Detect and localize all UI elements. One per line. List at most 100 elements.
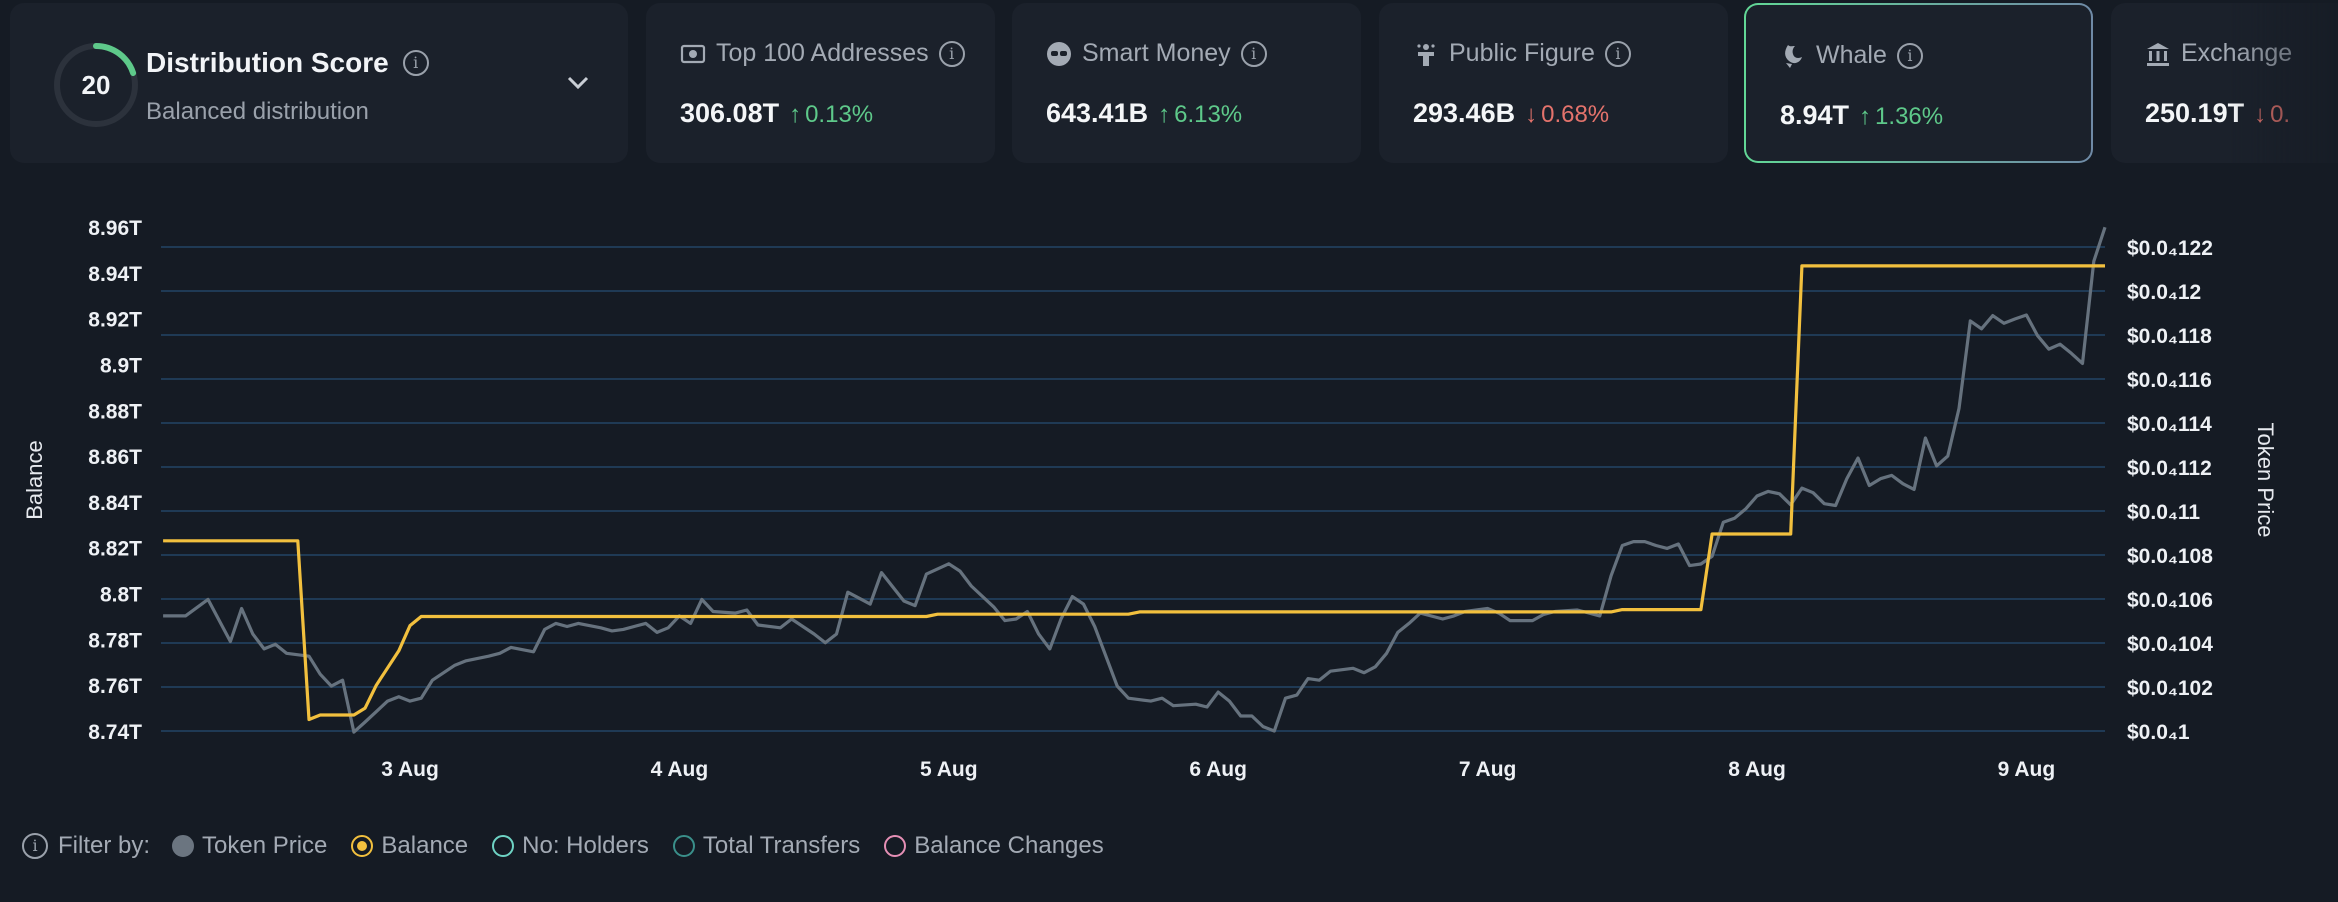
podium-icon (1417, 43, 1435, 66)
money-icon (680, 44, 706, 63)
left-axis-tick-label: 8.86T (88, 446, 142, 469)
right-axis-tick-label: $0.0₄114 (2127, 413, 2212, 436)
right-axis-tick-label: $0.0₄11 (2127, 501, 2200, 524)
info-icon[interactable]: i (1604, 40, 1631, 67)
left-axis-tick-label: 8.82T (88, 538, 142, 561)
left-axis-tick-label: 8.88T (88, 400, 142, 423)
info-icon[interactable]: i (22, 833, 48, 859)
left-axis-tick-label: 8.94T (88, 263, 142, 286)
balance-price-chart: $0.0₄122 $0.0₄12 $0.0₄118 $0.0₄116 $0.0₄114 $… (22, 217, 2278, 781)
legend-label: Balance (381, 832, 469, 859)
left-axis-tick-label: 8.9T (100, 354, 142, 377)
score-title: Distribution Score (146, 47, 389, 78)
x-axis-tick-label: 9 Aug (1998, 758, 2056, 781)
right-axis-tick-label: $0.0₄104 (2127, 633, 2213, 656)
right-axis-tick-label: $0.0₄12 (2127, 281, 2201, 304)
metric-card-exchange[interactable]: Exchange 250.19T ↓ 0. (2111, 3, 2338, 163)
metric-label: Whale (1816, 41, 1887, 69)
change-down-arrow-icon: ↓ (2254, 101, 2267, 128)
x-axis-tick-label: 7 Aug (1459, 758, 1517, 781)
right-axis-tick-label: $0.0₄106 (2127, 589, 2213, 612)
change-up-arrow-icon: ↑ (1859, 103, 1872, 130)
left-axis-title: Balance (22, 440, 47, 520)
metric-title: Public Figure i (1413, 39, 1631, 68)
left-axis-tick-label: 8.8T (100, 584, 142, 607)
legend-label: Balance Changes (914, 832, 1104, 859)
x-axis-tick-label: 3 Aug (381, 758, 439, 781)
right-axis-tick-label: $0.0₄122 (2127, 237, 2213, 260)
score-value: 20 (81, 69, 111, 100)
info-icon[interactable]: i (402, 50, 429, 76)
info-icon[interactable]: i (1896, 42, 1923, 69)
metric-change: 0.13% (805, 101, 874, 128)
left-axis-tick-label: 8.76T (88, 675, 142, 698)
legend-item-total-transfers[interactable]: Total Transfers (672, 832, 861, 860)
score-subtitle: Balanced distribution (146, 98, 369, 125)
x-axis-tick-label: 4 Aug (651, 758, 709, 781)
legend-dot-icon (672, 835, 695, 857)
right-axis-tick-label: $0.0₄102 (2127, 677, 2213, 700)
metric-card-whale[interactable]: Whale i 8.94T ↑ 1.36% (1744, 3, 2093, 163)
x-axis-tick-label: 8 Aug (1728, 758, 1786, 781)
metric-value: 306.08T (680, 98, 780, 128)
metric-label: Exchange (2181, 39, 2293, 67)
metric-title: Smart Money i (1046, 39, 1267, 68)
metric-value-row: 250.19T ↓ 0. (2145, 98, 2290, 129)
change-up-arrow-icon: ↑ (1158, 101, 1171, 128)
legend-item-balance[interactable]: Balance (351, 832, 468, 860)
metric-change: 6.13% (1174, 101, 1243, 128)
info-icon[interactable]: i (938, 40, 965, 67)
whale-icon (1785, 44, 1802, 68)
left-axis-tick-label: 8.92T (88, 309, 142, 332)
metric-change: 0. (2270, 101, 2291, 128)
right-axis-tick-label: $0.0₄112 (2127, 457, 2212, 480)
score-title-row: Distribution Score i (146, 47, 429, 79)
right-axis-title: Token Price (2253, 423, 2278, 538)
sunglasses-icon (1047, 41, 1071, 66)
right-axis-tick-label: $0.0₄116 (2127, 369, 2212, 392)
metric-title: Whale i (1780, 41, 1923, 70)
legend-item-token-price[interactable]: Token Price (172, 832, 327, 860)
left-axis-tick-label: 8.96T (88, 217, 142, 240)
metric-label: Public Figure (1449, 39, 1595, 67)
series-line-token-price (163, 226, 2107, 734)
legend-dot-icon (492, 835, 515, 857)
legend-label: No: Holders (522, 832, 649, 859)
legend-dot-icon (884, 835, 907, 857)
metric-value: 8.94T (1780, 100, 1850, 130)
change-down-arrow-icon: ↓ (1525, 101, 1538, 128)
metric-card-top-100-addresses[interactable]: Top 100 Addresses i 306.08T ↑ 0.13% (646, 3, 995, 163)
left-axis-tick-label: 8.74T (88, 721, 142, 744)
info-icon[interactable]: i (1240, 40, 1267, 67)
legend-label: Total Transfers (702, 832, 861, 859)
metric-card-smart-money[interactable]: Smart Money i 643.41B ↑ 6.13% (1012, 3, 1361, 163)
metric-title: Exchange (2145, 39, 2292, 68)
metric-change: 1.36% (1875, 103, 1944, 130)
metric-change: 0.68% (1541, 101, 1610, 128)
bank-icon (2147, 42, 2169, 66)
metric-value: 293.46B (1413, 98, 1516, 128)
x-axis-tick-label: 5 Aug (920, 758, 978, 781)
metric-title: Top 100 Addresses i (680, 39, 965, 68)
change-up-arrow-icon: ↑ (789, 101, 802, 128)
metric-value: 643.41B (1046, 98, 1149, 128)
metric-value-row: 643.41B ↑ 6.13% (1046, 98, 1242, 129)
chart-legend: i Filter by: Token Price Balance No: Holde… (22, 832, 1128, 860)
distribution-score-card[interactable]: 20 Distribution Score i Balanced distrib… (10, 3, 628, 163)
metric-value-row: 293.46B ↓ 0.68% (1413, 98, 1609, 129)
filter-label: Filter by: (58, 832, 151, 859)
right-axis-tick-label: $0.0₄108 (2127, 545, 2213, 568)
metric-label: Top 100 Addresses (716, 39, 929, 67)
legend-item-no-holders[interactable]: No: Holders (492, 832, 649, 860)
chevron-down-icon[interactable] (565, 73, 591, 93)
left-axis-tick-label: 8.84T (88, 492, 142, 515)
right-axis-tick-label: $0.0₄118 (2127, 325, 2212, 348)
metric-label: Smart Money (1082, 39, 1231, 67)
right-axis-tick-label: $0.0₄1 (2127, 721, 2190, 744)
legend-dot-icon (351, 835, 374, 857)
left-axis-tick-label: 8.78T (88, 629, 142, 652)
metric-value-row: 306.08T ↑ 0.13% (680, 98, 873, 129)
metric-card-public-figure[interactable]: Public Figure i 293.46B ↓ 0.68% (1379, 3, 1728, 163)
legend-label: Token Price (202, 832, 328, 859)
legend-item-balance-changes[interactable]: Balance Changes (884, 832, 1104, 860)
